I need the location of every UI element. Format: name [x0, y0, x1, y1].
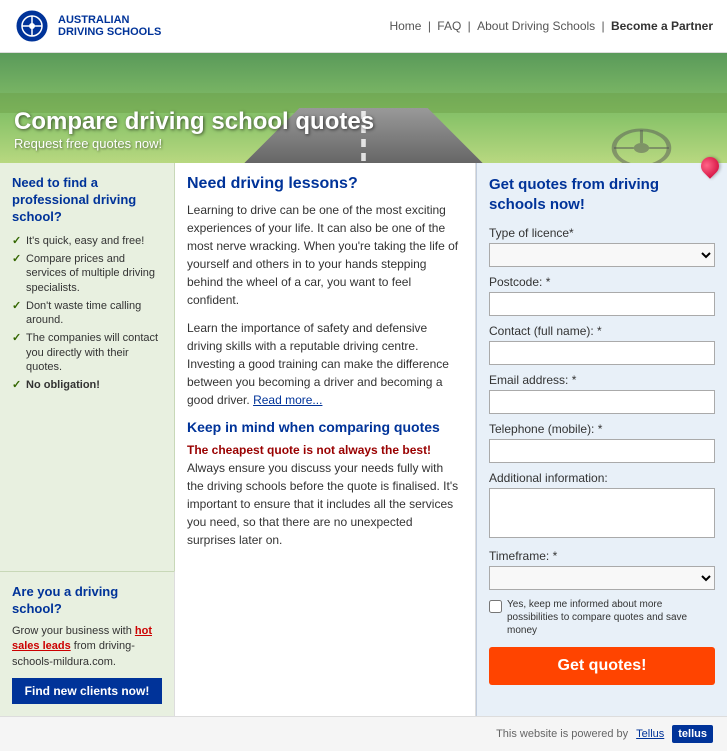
bottom-spacer [175, 571, 476, 716]
tellus-link[interactable]: Tellus [636, 728, 664, 740]
business-box: Are you a driving school? Grow your busi… [0, 571, 175, 716]
additional-textarea[interactable] [489, 488, 715, 538]
section1-p2: Learn the importance of safety and defen… [187, 319, 463, 409]
licence-label: Type of licence* [489, 226, 715, 240]
telephone-label: Telephone (mobile): * [489, 422, 715, 436]
read-more-link[interactable]: Read more... [253, 393, 322, 407]
contact-field-group: Contact (full name): * [489, 324, 715, 365]
sidebar-title: Get quotes from driving schools now! [489, 175, 715, 214]
footer: This website is powered by Tellus tellus [0, 716, 727, 751]
timeframe-select[interactable]: As soon as possible Within a week Within… [489, 566, 715, 590]
contact-label: Contact (full name): * [489, 324, 715, 338]
list-item: Don't waste time calling around. [12, 299, 162, 328]
email-label: Email address: * [489, 373, 715, 387]
email-field-group: Email address: * [489, 373, 715, 414]
contact-input[interactable] [489, 341, 715, 365]
section2-body: The cheapest quote is not always the bes… [187, 441, 463, 549]
logo-text: AUSTRALIAN DRIVING SCHOOLS [58, 14, 161, 38]
licence-select[interactable]: Car Motorcycle Truck Bus [489, 243, 715, 267]
list-item: It's quick, easy and free! [12, 234, 162, 248]
licence-field-group: Type of licence* Car Motorcycle Truck Bu… [489, 226, 715, 267]
left-column: Need to find a professional driving scho… [0, 163, 476, 716]
telephone-field-group: Telephone (mobile): * [489, 422, 715, 463]
nav-partner-link[interactable]: Become a Partner [611, 19, 713, 33]
telephone-input[interactable] [489, 439, 715, 463]
nav-faq-link[interactable]: FAQ [437, 19, 461, 33]
logo-icon [14, 8, 50, 44]
left-bottom: Are you a driving school? Grow your busi… [0, 571, 476, 716]
content-box: Need driving lessons? Learning to drive … [175, 163, 476, 571]
hero-text: Compare driving school quotes Request fr… [14, 108, 374, 151]
list-item: The companies will contact you directly … [12, 331, 162, 374]
business-heading: Are you a driving school? [12, 584, 162, 618]
email-input[interactable] [489, 390, 715, 414]
list-item: No obligation! [12, 378, 162, 392]
footer-powered-text: This website is powered by [496, 728, 628, 740]
section1-heading: Need driving lessons? [187, 175, 463, 193]
info-box: Need to find a professional driving scho… [0, 163, 175, 571]
postcode-label: Postcode: * [489, 275, 715, 289]
nav-home-link[interactable]: Home [389, 19, 421, 33]
list-item: Compare prices and services of multiple … [12, 252, 162, 295]
section1-p1: Learning to drive can be one of the most… [187, 201, 463, 309]
logo-area: AUSTRALIAN DRIVING SCHOOLS [14, 8, 161, 44]
info-box-heading: Need to find a professional driving scho… [12, 175, 162, 226]
postcode-field-group: Postcode: * [489, 275, 715, 316]
hero-subtitle: Request free quotes now! [14, 136, 374, 151]
business-text: Grow your business with hot sales leads … [12, 624, 162, 670]
newsletter-checkbox-row: Yes, keep me informed about more possibi… [489, 598, 715, 637]
get-quotes-button[interactable]: Get quotes! [489, 647, 715, 685]
additional-field-group: Additional information: [489, 471, 715, 541]
postcode-input[interactable] [489, 292, 715, 316]
newsletter-checkbox[interactable] [489, 600, 502, 613]
tellus-logo: tellus [672, 725, 713, 743]
quote-form-sidebar: Get quotes from driving schools now! Typ… [476, 163, 727, 716]
additional-label: Additional information: [489, 471, 715, 485]
hero-banner: Compare driving school quotes Request fr… [0, 53, 727, 163]
info-box-list: It's quick, easy and free! Compare price… [12, 234, 162, 393]
find-clients-button[interactable]: Find new clients now! [12, 678, 162, 704]
left-top: Need to find a professional driving scho… [0, 163, 476, 571]
newsletter-label: Yes, keep me informed about more possibi… [507, 598, 715, 637]
main-content: Need to find a professional driving scho… [0, 163, 727, 716]
section2-heading: Keep in mind when comparing quotes [187, 419, 463, 435]
nav-links: Home | FAQ | About Driving Schools | Bec… [389, 19, 713, 33]
header: AUSTRALIAN DRIVING SCHOOLS Home | FAQ | … [0, 0, 727, 53]
nav-about-link[interactable]: About Driving Schools [477, 19, 595, 33]
timeframe-field-group: Timeframe: * As soon as possible Within … [489, 549, 715, 590]
hero-title: Compare driving school quotes [14, 108, 374, 136]
timeframe-label: Timeframe: * [489, 549, 715, 563]
